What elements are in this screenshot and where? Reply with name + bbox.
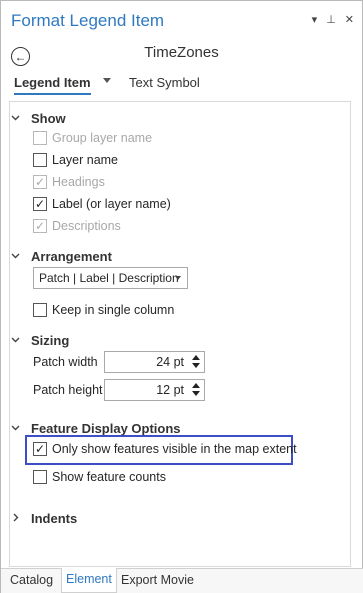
spinner-arrows-icon[interactable]: [192, 383, 200, 396]
section-show-heading[interactable]: Show: [31, 111, 66, 126]
feature-display-collapse-chevron-icon[interactable]: [11, 423, 20, 435]
format-legend-item-pane: Format Legend Item ▾ ⊥ ✕ ← TimeZones Leg…: [0, 0, 363, 593]
checkbox-box: [33, 131, 47, 145]
section-indents-heading[interactable]: Indents: [31, 511, 77, 526]
checkbox-label-or-layer-name[interactable]: ✓ Label (or layer name): [33, 197, 171, 211]
tab-text-symbol[interactable]: Text Symbol: [129, 75, 200, 90]
tab-dropdown-icon[interactable]: [103, 78, 111, 83]
checkbox-box[interactable]: [33, 153, 47, 167]
checkbox-label: Show feature counts: [52, 470, 166, 484]
checkbox-headings: ✓ Headings: [33, 175, 105, 189]
checkbox-box[interactable]: [33, 470, 47, 484]
section-sizing-heading[interactable]: Sizing: [31, 333, 69, 348]
checkbox-label: Descriptions: [52, 219, 121, 233]
show-collapse-chevron-icon[interactable]: [11, 113, 20, 125]
checkbox-label: Group layer name: [52, 131, 153, 145]
patch-height-value: 12 pt: [156, 383, 184, 397]
tab-catalog[interactable]: Catalog: [10, 573, 53, 587]
section-arrangement-heading[interactable]: Arrangement: [31, 249, 112, 264]
checkbox-box[interactable]: ✓: [33, 197, 47, 211]
tab-export-movie[interactable]: Export Movie: [121, 573, 194, 587]
patch-height-label: Patch height: [33, 383, 103, 397]
checkbox-layer-name[interactable]: Layer name: [33, 153, 118, 167]
checkbox-label: Headings: [52, 175, 105, 189]
checkbox-label: Only show features visible in the map ex…: [52, 442, 297, 456]
checkbox-show-feature-counts[interactable]: Show feature counts: [33, 470, 166, 484]
checkbox-label: Label (or layer name): [52, 197, 171, 211]
spinner-arrows-icon[interactable]: [192, 355, 200, 368]
close-icon[interactable]: ✕: [345, 13, 354, 26]
arrangement-dropdown[interactable]: Patch | Label | Description: [33, 267, 188, 289]
pin-icon[interactable]: ⊥: [326, 13, 336, 26]
checkbox-only-visible-features[interactable]: ✓ Only show features visible in the map …: [33, 442, 297, 456]
checkbox-keep-single-column[interactable]: Keep in single column: [33, 303, 174, 317]
indents-expand-chevron-icon[interactable]: [11, 513, 20, 525]
checkbox-box: ✓: [33, 175, 47, 189]
checkbox-label: Layer name: [52, 153, 119, 167]
arrangement-selected-value: Patch | Label | Description: [39, 271, 179, 285]
checkbox-descriptions: ✓ Descriptions: [33, 219, 121, 233]
layer-name-title: TimeZones: [144, 44, 219, 61]
sizing-collapse-chevron-icon[interactable]: [11, 335, 20, 347]
patch-height-spinner[interactable]: 12 pt: [104, 379, 205, 401]
checkbox-box[interactable]: ✓: [33, 442, 47, 456]
patch-width-spinner[interactable]: 24 pt: [104, 351, 205, 373]
checkbox-box[interactable]: [33, 303, 47, 317]
checkbox-box: ✓: [33, 219, 47, 233]
patch-width-value: 24 pt: [156, 355, 184, 369]
tab-legend-item[interactable]: Legend Item: [14, 75, 91, 95]
pane-tools: ▾ ⊥ ✕: [312, 13, 354, 26]
tab-element[interactable]: Element: [61, 568, 117, 593]
section-feature-display-heading[interactable]: Feature Display Options: [31, 421, 181, 436]
bottom-tab-bar: Catalog Element Export Movie: [1, 568, 363, 593]
arrangement-collapse-chevron-icon[interactable]: [11, 251, 20, 263]
patch-width-label: Patch width: [33, 355, 98, 369]
dropdown-caret-icon: [175, 276, 181, 280]
pane-menu-icon[interactable]: ▾: [312, 13, 318, 26]
pane-title: Format Legend Item: [11, 11, 165, 30]
checkbox-group-layer-name: Group layer name: [33, 131, 152, 145]
checkbox-label: Keep in single column: [52, 303, 175, 317]
